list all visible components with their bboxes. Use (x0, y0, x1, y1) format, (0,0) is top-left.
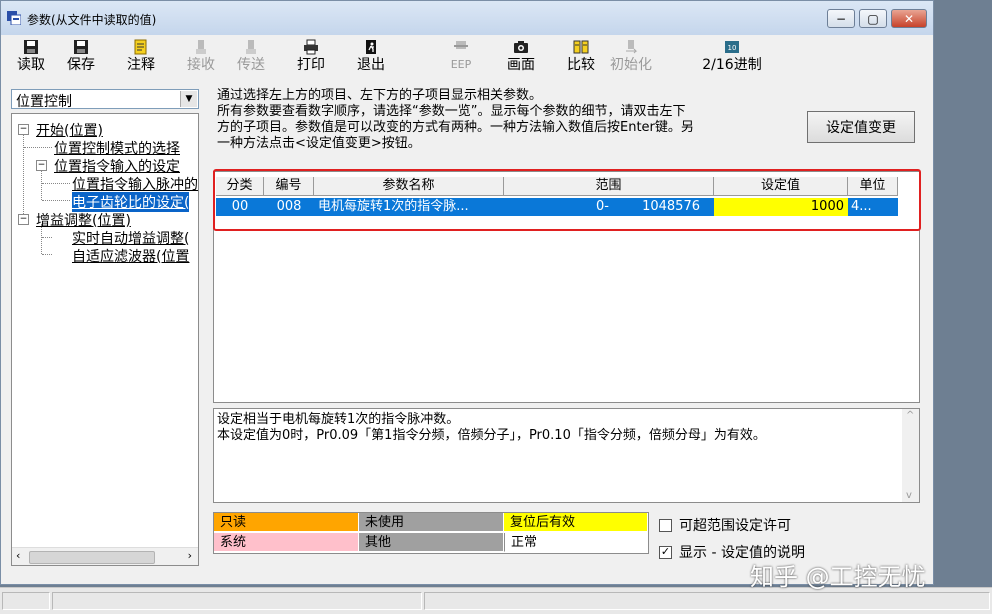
toolbar-save-button[interactable]: 保存 (63, 39, 99, 75)
toolbar-save-label: 保存 (67, 57, 95, 73)
checkbox-checked-icon[interactable]: ✓ (659, 545, 672, 559)
instructions-text: 通过选择左上方的项目、左下方的子项目显示相关参数。 所有参数要查看数字顺序，请选… (217, 88, 797, 152)
legend-unused: 未使用 (359, 513, 504, 532)
legend-effective-after-reset: 复位后有效 (504, 513, 648, 532)
send-icon (246, 40, 256, 54)
tree-connector (24, 147, 52, 148)
eeprom-icon (454, 41, 468, 49)
toolbar-send-button[interactable]: 传送 (233, 39, 269, 75)
change-value-button[interactable]: 设定值变更 (807, 111, 915, 143)
color-legend: 只读 未使用 复位后有效 系统 其他 正常 (213, 512, 649, 554)
tree-connector (42, 183, 70, 184)
legend-readonly: 只读 (214, 513, 359, 532)
toolbar-hex-label: 2/16进制 (702, 57, 762, 73)
close-button[interactable]: ✕ (891, 9, 927, 28)
tree-collapse-toggle[interactable]: − (18, 214, 29, 225)
minimize-button[interactable]: − (827, 9, 855, 28)
compare-icon (573, 40, 589, 54)
toolbar: 读取 保存 注释 接收 传送 打印 退出 EEP 画面 比较 初始化 10 2/… (1, 35, 933, 79)
toolbar-read-button[interactable]: 读取 (13, 39, 49, 75)
scroll-right-icon[interactable]: › (188, 549, 192, 562)
allow-out-of-range-label: 可超范围设定许可 (679, 518, 791, 534)
exit-icon (366, 40, 376, 54)
toolbar-screen-label: 画面 (507, 57, 535, 73)
window-title: 参数(从文件中读取的值) (27, 13, 157, 27)
floppy-disk-icon (74, 40, 88, 54)
receive-icon (196, 40, 206, 54)
parameter-tree: − 开始(位置) 位置控制模式的选择 − 位置指令输入的设定 位置指令输入脉冲的… (11, 113, 199, 566)
tree-item-position-command-input[interactable]: 位置指令输入的设定 (54, 156, 180, 176)
checkbox-unchecked-icon[interactable] (659, 518, 672, 532)
parameter-description-box[interactable]: 设定相当于电机每旋转1次的指令脉冲数。 本设定值为0时，Pr0.09「第1指令分… (213, 408, 920, 503)
toolbar-print-button[interactable]: 打印 (293, 39, 329, 75)
tree-item-adaptive-filter[interactable]: 自适应滤波器(位置 (72, 246, 189, 266)
chevron-down-icon[interactable]: ▼ (180, 91, 197, 107)
title-bar[interactable]: 参数(从文件中读取的值) − ▢ ✕ (1, 1, 933, 35)
allow-out-of-range-checkbox[interactable]: 可超范围设定许可 (659, 515, 791, 535)
camera-icon (514, 41, 528, 53)
tree-connector (41, 170, 42, 200)
scroll-up-icon[interactable]: ^ (906, 410, 914, 421)
tree-collapse-toggle[interactable]: − (18, 124, 29, 135)
toolbar-compare-label: 比较 (567, 57, 595, 73)
legend-normal: 正常 (504, 533, 648, 552)
description-text: 设定相当于电机每旋转1次的指令脉冲数。 本设定值为0时，Pr0.09「第1指令分… (217, 412, 766, 444)
tree-connector (42, 200, 70, 201)
hex-icon: 10 (725, 41, 739, 53)
toolbar-send-label: 传送 (237, 57, 265, 73)
instructions-line: 方的子项目。参数值是可以改变的方式有两种。一种方法输入数值后按Enter键。另 (217, 120, 694, 135)
tree-item-command-pulse-input[interactable]: 位置指令输入脉冲的 (72, 174, 198, 194)
parameter-window: 参数(从文件中读取的值) − ▢ ✕ 读取 保存 注释 接收 传送 打印 退出 … (0, 0, 934, 585)
note-icon (134, 39, 147, 55)
instructions-line: 所有参数要查看数字顺序，请选择“参数一览”。显示每个参数的细节，请双击左下 (217, 104, 686, 119)
watermark: 知乎 @工控无忧 (750, 563, 926, 591)
toolbar-receive-button[interactable]: 接收 (183, 39, 219, 75)
legend-other: 其他 (359, 533, 504, 552)
printer-icon (304, 39, 318, 55)
legend-system: 系统 (214, 533, 359, 552)
svg-text:10: 10 (728, 44, 737, 52)
toolbar-read-label: 读取 (17, 57, 45, 73)
toolbar-initialize-label: 初始化 (610, 57, 652, 73)
toolbar-exit-button[interactable]: 退出 (353, 39, 389, 75)
tree-item-start-position[interactable]: 开始(位置) (36, 120, 103, 140)
toolbar-print-label: 打印 (297, 57, 325, 73)
status-panel (424, 592, 990, 610)
toolbar-note-label: 注释 (127, 57, 155, 73)
tree-connector (42, 254, 52, 255)
tree-item-gain-adjustment[interactable]: 增益调整(位置) (36, 210, 131, 230)
description-vertical-scrollbar[interactable]: ^ v (902, 409, 919, 502)
scrollbar-thumb[interactable] (29, 551, 155, 564)
toolbar-compare-button[interactable]: 比较 (563, 39, 599, 75)
app-icon (7, 11, 21, 25)
scroll-left-icon[interactable]: ‹ (16, 549, 20, 562)
toolbar-receive-label: 接收 (187, 57, 215, 73)
initialize-icon (626, 40, 638, 54)
tree-item-electronic-gear[interactable]: 电子齿轮比的设定( (72, 192, 190, 212)
tree-item-realtime-auto-gain[interactable]: 实时自动增益调整( (72, 228, 189, 248)
floppy-disk-icon (24, 40, 38, 54)
tree-collapse-toggle[interactable]: − (36, 160, 47, 171)
toolbar-initialize-button[interactable]: 初始化 (607, 39, 655, 75)
tree-connector (42, 237, 52, 238)
toolbar-note-button[interactable]: 注释 (123, 39, 159, 75)
toolbar-screen-button[interactable]: 画面 (503, 39, 539, 75)
status-panel (52, 592, 422, 610)
tree-horizontal-scrollbar[interactable]: ‹ › (12, 547, 198, 565)
description-line: 设定相当于电机每旋转1次的指令脉冲数。 (217, 412, 460, 427)
toolbar-hex-button[interactable]: 10 2/16进制 (697, 39, 767, 75)
toolbar-exit-label: 退出 (357, 57, 385, 73)
mode-select[interactable]: 位置控制 ▼ (11, 89, 199, 110)
instructions-line: 一种方法点击<设定值变更>按钮。 (217, 136, 421, 151)
tree-item-position-mode[interactable]: 位置控制模式的选择 (54, 138, 180, 158)
mode-select-value: 位置控制 (16, 94, 72, 110)
description-line: 本设定值为0时，Pr0.09「第1指令分频，倍频分子」，Pr0.10「指令分频，… (217, 428, 766, 443)
toolbar-eep-button[interactable]: EEP (443, 39, 479, 75)
toolbar-eep-label: EEP (450, 58, 472, 71)
status-panel (2, 592, 50, 610)
annotation-highlight-box (213, 169, 921, 231)
scroll-down-icon[interactable]: v (906, 490, 912, 501)
maximize-button[interactable]: ▢ (859, 9, 887, 28)
instructions-line: 通过选择左上方的项目、左下方的子项目显示相关参数。 (217, 88, 543, 103)
